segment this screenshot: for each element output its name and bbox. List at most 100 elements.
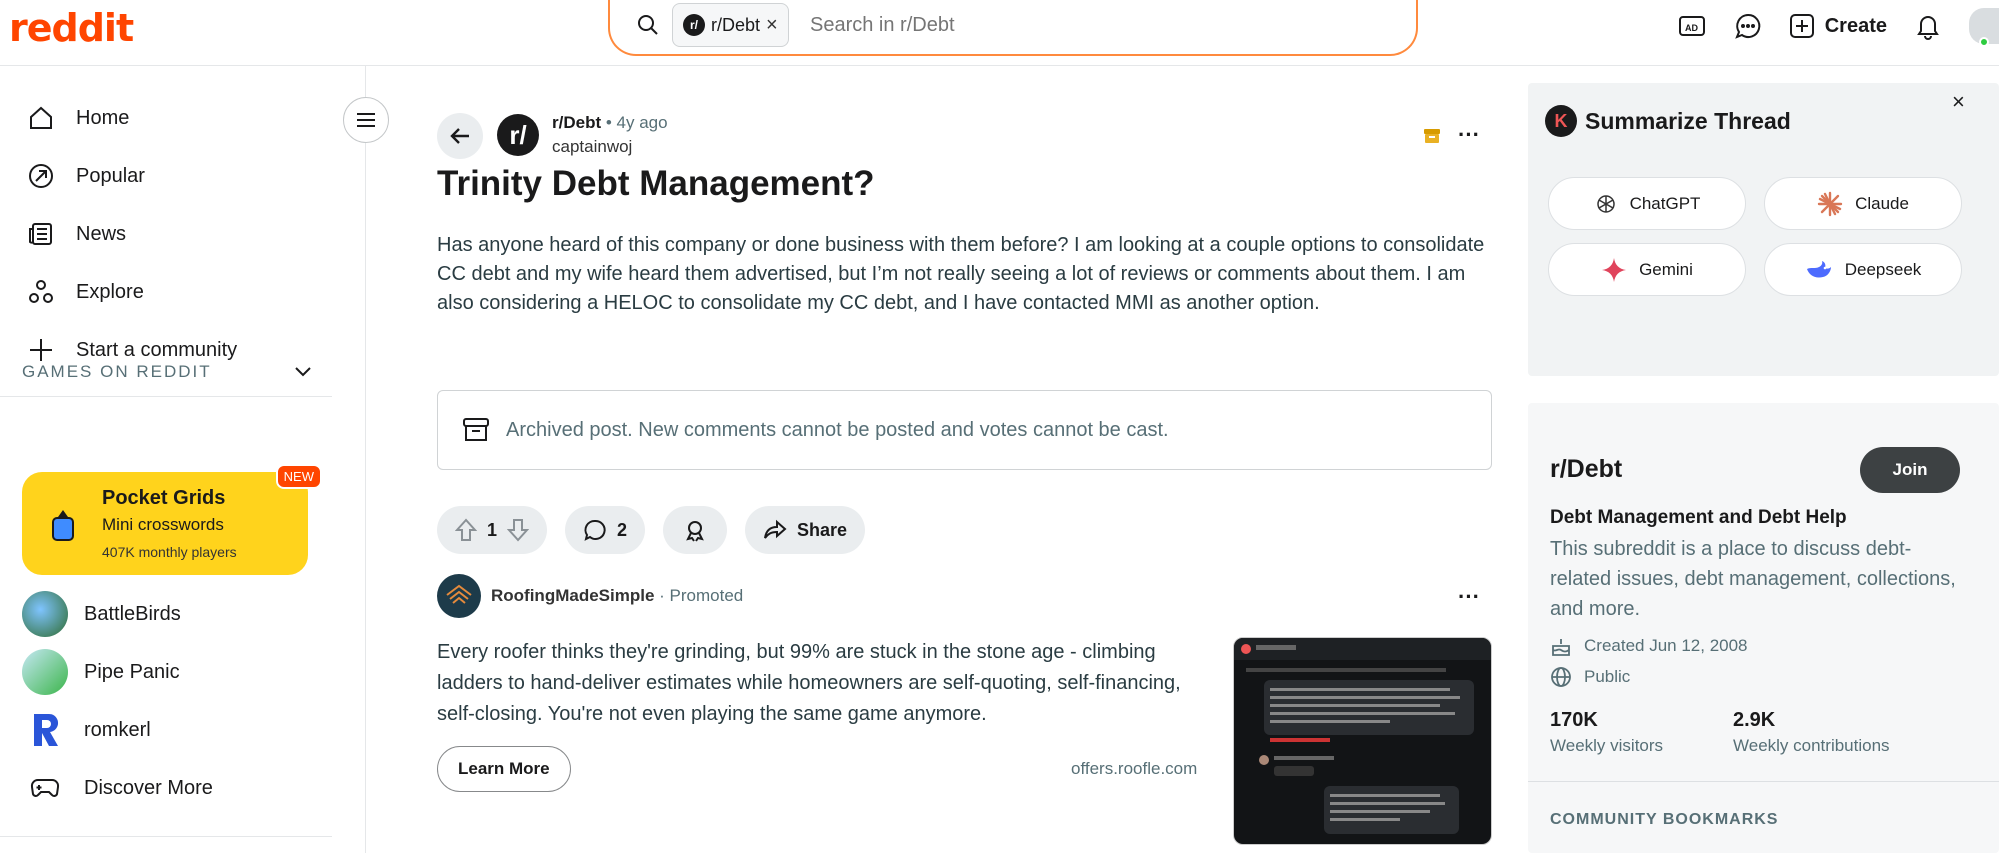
deepseek-button[interactable]: Deepseek: [1764, 243, 1962, 296]
search-scope-label: r/Debt: [711, 14, 761, 35]
community-sidebar: r/Debt Join Debt Management and Debt Hel…: [1528, 403, 1999, 853]
stat-label: Weekly visitors: [1550, 736, 1664, 755]
nav-home[interactable]: Home: [26, 98, 129, 138]
post-title: Trinity Debt Management?: [437, 164, 875, 203]
comments-button[interactable]: 2: [565, 506, 646, 554]
share-label: Share: [797, 519, 848, 540]
nav-popular[interactable]: Popular: [26, 156, 145, 196]
post-overflow-menu-icon[interactable]: ···: [1454, 120, 1484, 150]
gemini-icon: [1602, 257, 1627, 282]
plus-icon: [30, 339, 52, 361]
nav-label: Explore: [76, 280, 144, 303]
ad-screenshot-graphic: [1234, 638, 1491, 834]
romkerl-letter-icon: [34, 713, 59, 746]
roof-logo-icon: [446, 584, 472, 604]
search-input[interactable]: [810, 10, 1210, 40]
award-icon: [686, 521, 704, 542]
create-button[interactable]: Create: [1789, 13, 1887, 39]
subreddit-icon[interactable]: r/: [497, 114, 539, 156]
comment-icon: [584, 519, 606, 541]
award-button[interactable]: [663, 506, 728, 554]
visibility-label: Public: [1584, 667, 1631, 686]
back-button[interactable]: [437, 113, 483, 159]
archived-notice: Archived post. New comments cannot be po…: [437, 390, 1492, 470]
battlebirds-image: [22, 591, 68, 637]
ad-overflow-menu-icon[interactable]: ···: [1454, 582, 1484, 612]
nav-explore[interactable]: Explore: [26, 272, 144, 312]
advertiser-avatar[interactable]: [437, 574, 481, 618]
gemini-button[interactable]: Gemini: [1548, 243, 1746, 296]
game-discover-more[interactable]: Discover More: [22, 765, 213, 811]
deepseek-icon: [1806, 260, 1831, 278]
nav-label: News: [76, 222, 127, 245]
search-scope-chip[interactable]: r/ r/Debt ×: [672, 3, 789, 47]
chat-icon[interactable]: [1733, 11, 1763, 41]
news-icon: [29, 223, 52, 245]
chatgpt-button[interactable]: ChatGPT: [1548, 177, 1746, 230]
close-icon[interactable]: ×: [766, 14, 778, 37]
arrow-left-icon: [450, 128, 469, 144]
advertise-icon[interactable]: AD: [1677, 11, 1707, 41]
community-bookmarks-heading: COMMUNITY BOOKMARKS: [1550, 811, 1779, 828]
post-author[interactable]: captainwoj: [552, 137, 632, 157]
created-date: Created Jun 12, 2008: [1584, 636, 1748, 655]
romkerl-image: [22, 707, 68, 753]
nav-label: Popular: [76, 164, 145, 187]
plus-square-icon: [1789, 14, 1814, 38]
nav-news[interactable]: News: [26, 214, 126, 254]
post-actions: 1 2 Share: [437, 506, 866, 554]
left-sidebar: Home Popular News Explore Start a commun…: [0, 66, 366, 853]
post-body: Has anyone heard of this company or done…: [437, 234, 1485, 314]
join-button[interactable]: Join: [1860, 447, 1960, 493]
game-romkerl[interactable]: romkerl: [22, 707, 151, 753]
game-label: romkerl: [84, 718, 151, 741]
upvote-icon[interactable]: [455, 518, 477, 542]
nav-label: Home: [76, 106, 130, 129]
ad-url[interactable]: offers.roofle.com: [1071, 759, 1197, 779]
header-actions: AD Create: [1677, 0, 1999, 52]
ai-label: Claude: [1855, 193, 1909, 213]
downvote-icon[interactable]: [507, 518, 530, 542]
notification-bell-icon[interactable]: [1913, 11, 1943, 41]
community-name[interactable]: r/Debt: [1550, 455, 1622, 484]
user-avatar[interactable]: [1969, 8, 1999, 47]
learn-more-button[interactable]: Learn More: [437, 746, 571, 792]
explore-icon: [29, 280, 53, 303]
pocket-grids-subtitle: Mini crosswords: [102, 515, 224, 534]
community-visibility: Public: [1550, 666, 1630, 688]
post-time: 4y ago: [616, 113, 668, 132]
weekly-contributions-stat: 2.9K Weekly contributions: [1733, 709, 1890, 756]
sidebar-toggle-button[interactable]: [343, 97, 389, 143]
game-battlebirds[interactable]: BattleBirds: [22, 591, 181, 637]
cake-icon: [1552, 639, 1570, 656]
games-section-header[interactable]: GAMES ON REDDIT: [22, 362, 312, 382]
game-pipe-panic[interactable]: Pipe Panic: [22, 649, 180, 695]
close-icon[interactable]: ×: [1952, 89, 1965, 115]
community-created: Created Jun 12, 2008: [1550, 635, 1748, 657]
chevron-down-icon: [295, 367, 311, 377]
game-label: Pipe Panic: [84, 660, 180, 683]
share-button[interactable]: Share: [745, 506, 866, 554]
promoted-label: Promoted: [669, 586, 744, 605]
advertiser-name[interactable]: RoofingMadeSimple: [491, 586, 654, 605]
stat-label: Weekly contributions: [1733, 736, 1890, 755]
comment-count: 2: [617, 519, 628, 540]
community-description: This subreddit is a place to discuss deb…: [1550, 538, 1956, 620]
claude-icon: [1817, 191, 1843, 216]
subreddit-link[interactable]: r/Debt: [552, 113, 601, 132]
subreddit-mini-icon: r/: [683, 14, 705, 36]
pocket-grids-card[interactable]: Pocket Grids Mini crosswords 407K monthl…: [22, 464, 322, 575]
pocket-grids-players: 407K monthly players: [102, 544, 237, 560]
reddit-logo[interactable]: reddit: [9, 6, 134, 50]
search-bar[interactable]: r/ r/Debt ×: [608, 0, 1418, 56]
ad-image[interactable]: [1233, 637, 1492, 845]
summarize-thread-panel: K Summarize Thread × ChatGPT Claude Gemi…: [1528, 83, 1999, 376]
archived-text: Archived post. New comments cannot be po…: [506, 418, 1169, 441]
summarize-title: Summarize Thread: [1585, 108, 1791, 134]
pocket-grids-title: Pocket Grids: [102, 487, 226, 509]
post-meta: r/Debt • 4y ago: [552, 113, 668, 132]
game-label: Discover More: [84, 776, 213, 799]
claude-button[interactable]: Claude: [1764, 177, 1962, 230]
game-label: BattleBirds: [84, 602, 181, 625]
stat-value: 170K: [1550, 709, 1598, 731]
